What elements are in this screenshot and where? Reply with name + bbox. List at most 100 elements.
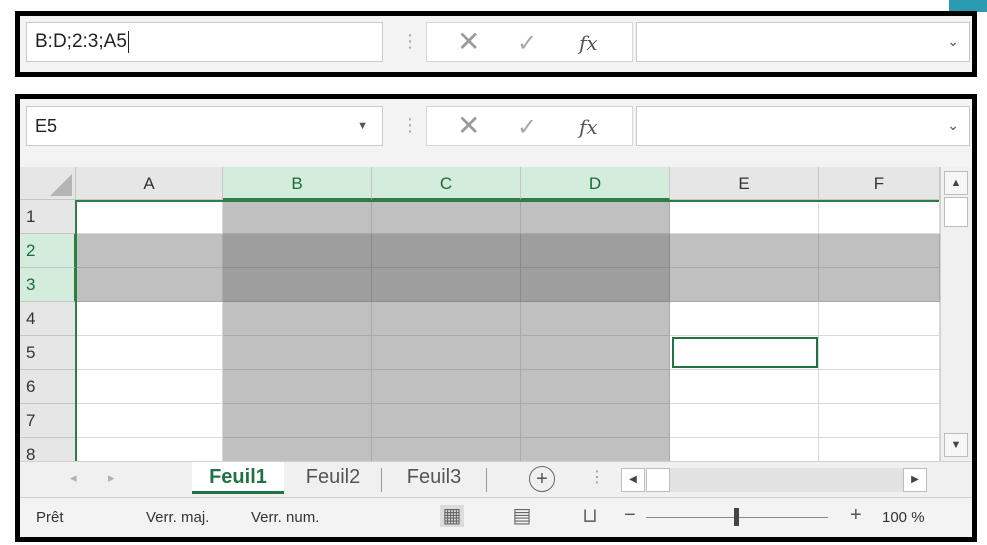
- enter-check-icon[interactable]: ✓: [517, 29, 537, 59]
- cell-c6[interactable]: [372, 370, 521, 404]
- cell-c3[interactable]: [372, 268, 521, 302]
- cancel-icon[interactable]: ✕: [457, 111, 480, 141]
- cell-b6[interactable]: [223, 370, 372, 404]
- cell-f8[interactable]: [819, 438, 940, 461]
- cell-e2[interactable]: [670, 234, 819, 268]
- horizontal-scroll-thumb[interactable]: [646, 468, 670, 492]
- name-box-input[interactable]: B:D;2:3;A5: [26, 22, 383, 62]
- cell-b3[interactable]: [223, 268, 372, 302]
- name-box-input[interactable]: E5 ▼: [26, 106, 383, 146]
- cell-f1[interactable]: [819, 200, 940, 234]
- column-header-e[interactable]: E: [670, 167, 819, 200]
- row-header-4[interactable]: 4: [20, 302, 76, 336]
- vertical-scroll-thumb[interactable]: [944, 197, 968, 227]
- sheet-tab-feuil3[interactable]: Feuil3: [382, 462, 486, 494]
- worksheet-grid[interactable]: ABCDEF 12345678: [20, 167, 972, 461]
- row-header-6[interactable]: 6: [20, 370, 76, 404]
- normal-view-icon[interactable]: ▦: [440, 505, 464, 527]
- cell-c2[interactable]: [372, 234, 521, 268]
- row-header-7[interactable]: 7: [20, 404, 76, 438]
- row-header-3[interactable]: 3: [20, 268, 76, 302]
- cell-b2[interactable]: [223, 234, 372, 268]
- sheet-tab-feuil2[interactable]: Feuil2: [286, 462, 380, 494]
- cell-d2[interactable]: [521, 234, 670, 268]
- row-header-8[interactable]: 8: [20, 438, 76, 461]
- formula-input[interactable]: ⌄: [636, 22, 970, 62]
- cell-d6[interactable]: [521, 370, 670, 404]
- cell-a3[interactable]: [76, 268, 223, 302]
- scroll-down-arrow-icon[interactable]: ▼: [944, 433, 968, 457]
- cell-d4[interactable]: [521, 302, 670, 336]
- cell-c5[interactable]: [372, 336, 521, 370]
- page-break-preview-icon[interactable]: ⊔: [578, 505, 602, 527]
- cell-d3[interactable]: [521, 268, 670, 302]
- zoom-slider-thumb[interactable]: [734, 508, 739, 526]
- previous-sheet-arrow-icon[interactable]: ◂: [70, 470, 77, 486]
- cell-d7[interactable]: [521, 404, 670, 438]
- cell-b4[interactable]: [223, 302, 372, 336]
- zoom-level[interactable]: 100 %: [882, 509, 925, 526]
- add-sheet-plus-icon[interactable]: +: [529, 466, 555, 492]
- cell-d8[interactable]: [521, 438, 670, 461]
- cell-a8[interactable]: [76, 438, 223, 461]
- cell-a6[interactable]: [76, 370, 223, 404]
- cell-f7[interactable]: [819, 404, 940, 438]
- page-layout-view-icon[interactable]: ▤: [510, 505, 534, 527]
- cell-d5[interactable]: [521, 336, 670, 370]
- cell-f2[interactable]: [819, 234, 940, 268]
- column-header-d[interactable]: D: [521, 167, 670, 200]
- row-header-2[interactable]: 2: [20, 234, 76, 268]
- cell-b7[interactable]: [223, 404, 372, 438]
- cell-c8[interactable]: [372, 438, 521, 461]
- zoom-out-minus-icon[interactable]: −: [624, 504, 636, 527]
- insert-function-icon[interactable]: fx: [579, 28, 598, 58]
- cell-e3[interactable]: [670, 268, 819, 302]
- zoom-in-plus-icon[interactable]: +: [850, 504, 862, 527]
- cell-e8[interactable]: [670, 438, 819, 461]
- vertical-scrollbar[interactable]: ▲ ▼: [940, 167, 972, 461]
- select-all-corner[interactable]: [20, 167, 76, 200]
- splitter-dots-icon[interactable]: ⋮: [401, 110, 419, 140]
- name-box-dropdown-icon[interactable]: ▼: [357, 107, 368, 145]
- insert-function-icon[interactable]: fx: [579, 112, 598, 142]
- cell-f3[interactable]: [819, 268, 940, 302]
- cell-c1[interactable]: [372, 200, 521, 234]
- expand-formula-chevron-icon[interactable]: ⌄: [947, 117, 959, 134]
- cell-a5[interactable]: [76, 336, 223, 370]
- tabs-splitter-dots-icon[interactable]: ⋮: [589, 467, 605, 487]
- cell-f5[interactable]: [819, 336, 940, 370]
- cancel-icon[interactable]: ✕: [457, 27, 480, 57]
- cell-c4[interactable]: [372, 302, 521, 336]
- column-header-f[interactable]: F: [819, 167, 940, 200]
- cell-e6[interactable]: [670, 370, 819, 404]
- cell-a7[interactable]: [76, 404, 223, 438]
- next-sheet-arrow-icon[interactable]: ▸: [108, 470, 115, 486]
- sheet-tab-feuil1[interactable]: Feuil1: [192, 462, 284, 494]
- active-cell-e5[interactable]: [672, 337, 818, 368]
- splitter-dots-icon[interactable]: ⋮: [401, 26, 419, 56]
- cell-b5[interactable]: [223, 336, 372, 370]
- enter-check-icon[interactable]: ✓: [517, 113, 537, 143]
- column-header-a[interactable]: A: [76, 167, 223, 200]
- row-header-5[interactable]: 5: [20, 336, 76, 370]
- scroll-left-arrow-icon[interactable]: ◀: [621, 468, 645, 492]
- formula-input[interactable]: ⌄: [636, 106, 970, 146]
- cell-d1[interactable]: [521, 200, 670, 234]
- row-header-1[interactable]: 1: [20, 200, 76, 234]
- cell-b1[interactable]: [223, 200, 372, 234]
- column-header-b[interactable]: B: [223, 167, 372, 200]
- cell-a4[interactable]: [76, 302, 223, 336]
- column-header-c[interactable]: C: [372, 167, 521, 200]
- scroll-up-arrow-icon[interactable]: ▲: [944, 171, 968, 195]
- cell-e7[interactable]: [670, 404, 819, 438]
- cell-a2[interactable]: [76, 234, 223, 268]
- cell-e1[interactable]: [670, 200, 819, 234]
- scroll-right-arrow-icon[interactable]: ▶: [903, 468, 927, 492]
- horizontal-scroll-track[interactable]: [670, 468, 903, 492]
- cell-b8[interactable]: [223, 438, 372, 461]
- cell-e4[interactable]: [670, 302, 819, 336]
- cell-c7[interactable]: [372, 404, 521, 438]
- cell-f6[interactable]: [819, 370, 940, 404]
- cell-f4[interactable]: [819, 302, 940, 336]
- cell-a1[interactable]: [76, 200, 223, 234]
